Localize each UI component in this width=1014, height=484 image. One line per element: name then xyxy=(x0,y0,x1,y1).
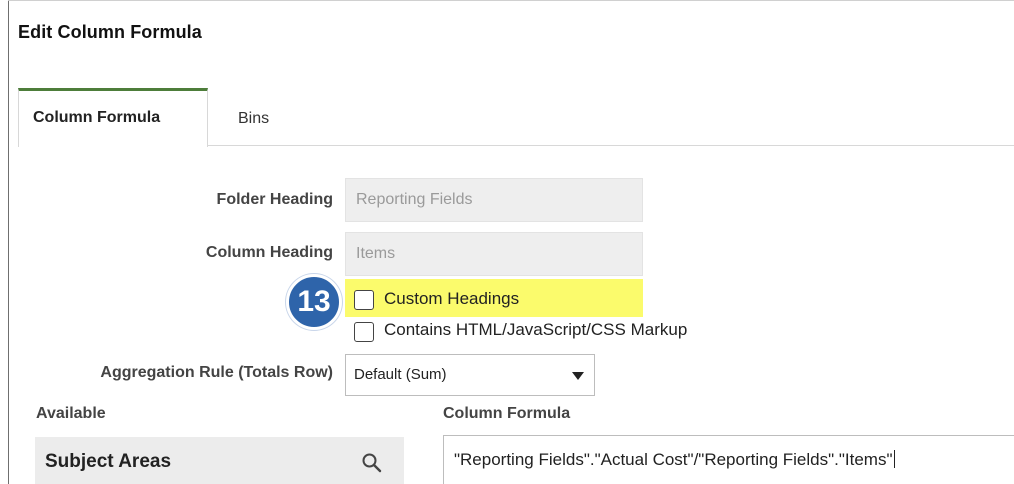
dialog-left-border xyxy=(8,0,9,484)
custom-headings-label[interactable]: Custom Headings xyxy=(384,289,519,309)
folder-heading-field: Reporting Fields xyxy=(345,178,643,222)
aggregation-rule-value: Default (Sum) xyxy=(354,366,447,383)
tab-column-formula[interactable]: Column Formula xyxy=(18,88,208,147)
tab-strip: Column Formula Bins xyxy=(18,88,1014,147)
available-label: Available xyxy=(36,405,106,422)
subject-areas-title: Subject Areas xyxy=(45,451,172,472)
chevron-down-icon xyxy=(572,372,584,380)
dialog-top-border xyxy=(8,0,1014,1)
column-heading-field: Items xyxy=(345,232,643,276)
search-icon[interactable] xyxy=(361,452,383,474)
column-formula-label: Column Formula xyxy=(443,405,571,422)
tab-bins[interactable]: Bins xyxy=(224,88,283,146)
aggregation-rule-label: Aggregation Rule (Totals Row) xyxy=(100,364,333,381)
step-number-badge: 13 xyxy=(286,274,342,330)
custom-headings-checkbox[interactable] xyxy=(354,290,374,310)
dialog-title: Edit Column Formula xyxy=(18,22,202,42)
column-heading-label: Column Heading xyxy=(205,244,333,261)
text-cursor xyxy=(893,450,895,468)
contains-markup-checkbox[interactable] xyxy=(354,322,374,342)
aggregation-rule-select[interactable]: Default (Sum) xyxy=(345,354,595,396)
folder-heading-label: Folder Heading xyxy=(216,191,333,208)
column-formula-editor[interactable]: "Reporting Fields"."Actual Cost"/"Report… xyxy=(443,435,1014,484)
column-formula-text: "Reporting Fields"."Actual Cost"/"Report… xyxy=(454,450,893,469)
subject-areas-panel: Subject Areas xyxy=(35,437,404,484)
contains-markup-label[interactable]: Contains HTML/JavaScript/CSS Markup xyxy=(384,320,687,340)
